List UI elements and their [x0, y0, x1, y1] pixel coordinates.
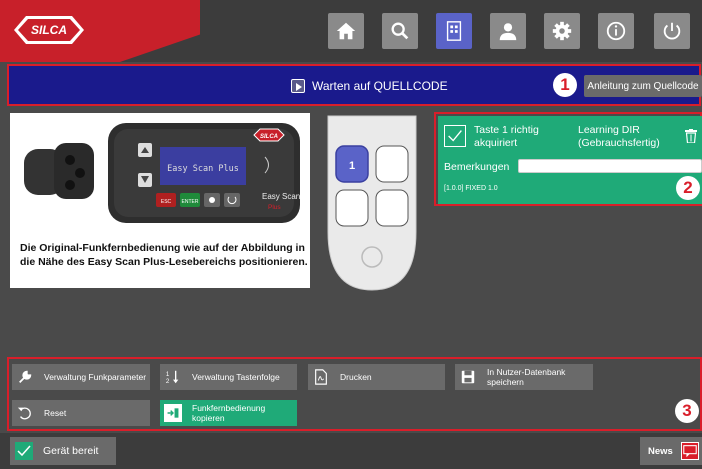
- device-ready-button[interactable]: Gerät bereit: [10, 437, 116, 465]
- checkmark-icon: [15, 442, 33, 460]
- footer-bar: Gerät bereit News: [0, 433, 702, 469]
- news-button[interactable]: News: [640, 437, 702, 465]
- instruction-panel: Easy Scan Plus ESC ENTER SILCA Easy Scan…: [10, 113, 310, 288]
- search-icon: [391, 22, 409, 40]
- print-label: Drucken: [340, 372, 372, 382]
- reset-icon: [16, 404, 34, 422]
- trash-icon[interactable]: [685, 129, 697, 143]
- silca-logo: SILCA: [14, 16, 84, 44]
- svg-text:ENTER: ENTER: [182, 199, 199, 205]
- home-icon: [336, 22, 356, 40]
- device-illustration: Easy Scan Plus ESC ENTER SILCA Easy Scan…: [24, 123, 300, 223]
- device-screen-text: Easy Scan Plus: [167, 164, 239, 174]
- logo-area: SILCA: [0, 0, 200, 62]
- logo-text: SILCA: [31, 23, 67, 37]
- sort-icon: 12: [164, 368, 182, 386]
- remarks-input[interactable]: [518, 159, 702, 173]
- save-icon: [459, 368, 477, 386]
- svg-text:Plus: Plus: [268, 204, 281, 211]
- wrench-icon: [16, 368, 34, 386]
- save-to-database-label: In Nutzer-Datenbank speichern: [487, 367, 566, 387]
- info-button[interactable]: [598, 13, 634, 49]
- radio-parameters-label: Verwaltung Funkparameter: [44, 372, 147, 382]
- svg-text:SILCA: SILCA: [260, 134, 278, 140]
- copy-remote-label: Funkfernbedienung kopieren: [192, 403, 266, 423]
- gear-icon: [552, 21, 572, 41]
- action-panel: Verwaltung Funkparameter 12 Verwaltung T…: [7, 357, 702, 431]
- info-icon: [606, 21, 626, 41]
- result-card-body: Taste 1 richtig akquiriert Learning DIR …: [438, 116, 702, 204]
- settings-button[interactable]: [544, 13, 580, 49]
- svg-text:ESC: ESC: [161, 199, 172, 205]
- instruction-text: Die Original-Funkfernbedienung wie auf d…: [20, 242, 308, 268]
- news-chat-icon: [680, 442, 699, 460]
- result-title: Taste 1 richtig akquiriert: [474, 124, 539, 149]
- remote-illustration: 1: [327, 115, 417, 291]
- svg-text:Easy Scan: Easy Scan: [262, 192, 300, 201]
- svg-text:1: 1: [166, 371, 170, 378]
- copy-remote-icon: [164, 404, 182, 422]
- status-text: Warten auf QUELLCODE: [312, 79, 448, 93]
- reset-button[interactable]: Reset: [12, 400, 150, 426]
- power-button[interactable]: [654, 13, 690, 49]
- key-sequence-button[interactable]: 12 Verwaltung Tastenfolge: [160, 364, 297, 390]
- learning-mode: Learning DIR (Gebrauchsfertig): [578, 124, 660, 149]
- status-bar: Warten auf QUELLCODE 1 Anleitung zum Que…: [7, 64, 702, 106]
- remarks-label: Bemerkungen: [444, 161, 510, 173]
- annotation-badge-3: 3: [675, 399, 699, 423]
- easy-scan-device: Easy Scan Plus ESC ENTER SILCA Easy Scan…: [108, 123, 300, 223]
- remote-button-3[interactable]: [335, 189, 369, 227]
- reset-label: Reset: [44, 408, 67, 418]
- copy-remote-button[interactable]: Funkfernbedienung kopieren: [160, 400, 297, 426]
- print-button[interactable]: Drucken: [308, 364, 445, 390]
- top-bar: SILCA: [0, 0, 702, 62]
- documents-button[interactable]: [436, 13, 472, 49]
- home-button[interactable]: [328, 13, 364, 49]
- news-label: News: [648, 445, 673, 457]
- device-ready-label: Gerät bereit: [43, 445, 99, 457]
- car-key-fob-icon: [24, 143, 94, 199]
- checkmark-icon: [444, 125, 466, 147]
- play-icon[interactable]: [291, 79, 305, 93]
- remote-button-4[interactable]: [375, 189, 409, 227]
- svg-text:2: 2: [166, 378, 170, 385]
- search-button[interactable]: [382, 13, 418, 49]
- result-card: Taste 1 richtig akquiriert Learning DIR …: [434, 112, 702, 206]
- documents-icon: [446, 21, 462, 41]
- remote-button-1-label: 1: [349, 160, 355, 172]
- user-button[interactable]: [490, 13, 526, 49]
- pdf-icon: [312, 368, 330, 386]
- user-icon: [499, 23, 517, 41]
- annotation-badge-2: 2: [676, 176, 700, 200]
- save-to-database-button[interactable]: In Nutzer-Datenbank speichern: [455, 364, 593, 390]
- firmware-version: [1.0.0] FIXED 1.0: [444, 185, 498, 192]
- key-sequence-label: Verwaltung Tastenfolge: [192, 372, 280, 382]
- annotation-badge-1: 1: [553, 73, 577, 97]
- remote-button-2[interactable]: [375, 145, 409, 183]
- power-icon: [663, 22, 681, 40]
- radio-parameters-button[interactable]: Verwaltung Funkparameter: [12, 364, 150, 390]
- source-code-guide-button[interactable]: Anleitung zum Quellcode: [584, 75, 702, 97]
